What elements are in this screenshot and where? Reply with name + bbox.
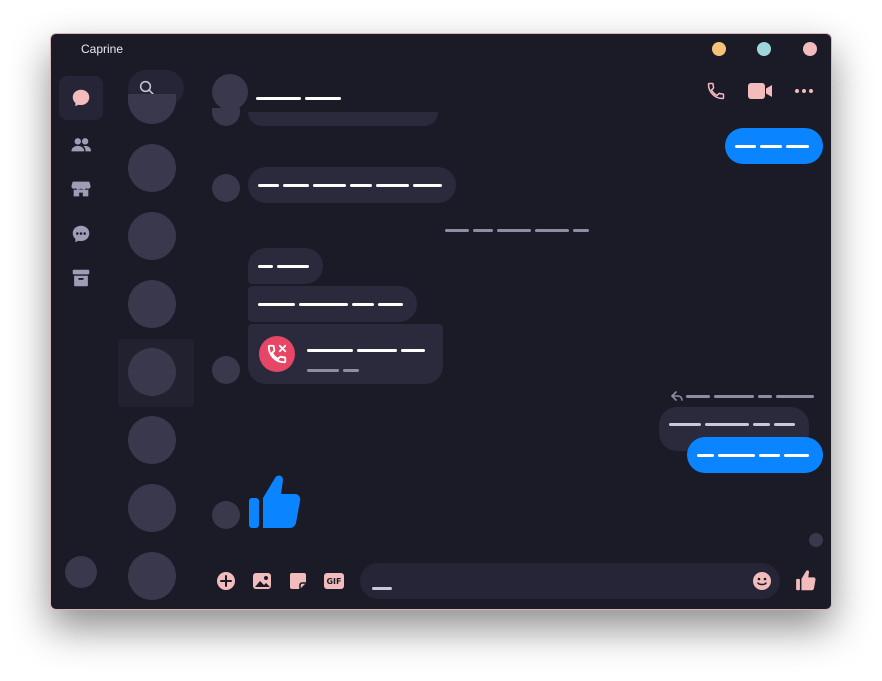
conversation-avatar[interactable] xyxy=(128,94,176,124)
phone-icon xyxy=(707,82,725,100)
title-bar: Caprine xyxy=(51,34,831,64)
message-bubble-outgoing[interactable] xyxy=(687,437,823,473)
message-bubble-incoming[interactable] xyxy=(248,286,417,322)
video-camera-icon xyxy=(748,83,772,99)
reply-arrow-icon xyxy=(671,391,683,401)
chat-header-name-redacted[interactable] xyxy=(256,90,345,108)
call-subtitle-redacted xyxy=(307,362,363,380)
emoji-button[interactable] xyxy=(752,571,772,596)
gif-label: GIF xyxy=(326,576,342,586)
conversation-avatar[interactable] xyxy=(128,144,176,192)
like-sticker[interactable] xyxy=(247,472,303,535)
archive-icon xyxy=(72,269,90,287)
maximize-button[interactable] xyxy=(757,42,771,56)
sticker-button[interactable] xyxy=(287,570,309,592)
like-icon xyxy=(796,570,816,591)
message-bubble-incoming[interactable] xyxy=(248,248,323,284)
video-call-button[interactable] xyxy=(747,80,773,102)
missed-call-card[interactable] xyxy=(248,324,443,384)
message-request-icon xyxy=(72,225,90,243)
store-icon xyxy=(71,181,91,197)
people-icon xyxy=(71,138,92,152)
image-icon xyxy=(253,573,271,589)
message-bubble-incoming[interactable] xyxy=(248,112,438,126)
close-button[interactable] xyxy=(803,42,817,56)
chat-header-avatar[interactable] xyxy=(212,74,248,110)
more-options-button[interactable] xyxy=(791,80,817,102)
sticker-icon xyxy=(290,573,306,589)
conversation-avatar[interactable] xyxy=(128,280,176,328)
message-bubble-incoming[interactable] xyxy=(248,167,456,203)
more-options-icon xyxy=(795,89,813,93)
conversation-avatar-selected[interactable] xyxy=(128,348,176,396)
add-icon xyxy=(217,572,235,590)
call-title-redacted xyxy=(307,342,429,360)
send-like-button[interactable] xyxy=(794,568,818,592)
emoji-icon xyxy=(753,572,771,590)
gif-icon: GIF xyxy=(324,573,344,589)
sidebar-item-message-requests[interactable] xyxy=(59,212,103,256)
gif-button[interactable]: GIF xyxy=(322,570,346,592)
sender-avatar xyxy=(212,108,240,126)
seen-indicator xyxy=(809,533,823,547)
sidebar-item-archived[interactable] xyxy=(59,256,103,300)
sender-avatar xyxy=(212,501,240,529)
app-title: Caprine xyxy=(81,42,124,56)
conversation-avatar[interactable] xyxy=(128,416,176,464)
message-bubble-outgoing[interactable] xyxy=(725,128,823,164)
attach-image-button[interactable] xyxy=(251,570,273,592)
sidebar-item-marketplace[interactable] xyxy=(59,167,103,211)
chat-bubble-icon xyxy=(72,89,90,107)
sidebar-item-chats[interactable] xyxy=(59,76,103,120)
sender-avatar xyxy=(212,174,240,202)
conversation-avatar[interactable] xyxy=(128,212,176,260)
conversation-avatar[interactable] xyxy=(128,484,176,532)
add-button[interactable] xyxy=(215,570,237,592)
thumbs-up-icon xyxy=(249,475,301,528)
sender-avatar xyxy=(212,356,240,384)
message-timestamp-redacted xyxy=(445,222,593,240)
app-window: Caprine GIF xyxy=(50,33,832,610)
user-avatar[interactable] xyxy=(65,556,97,588)
message-input-placeholder-redacted xyxy=(372,580,396,598)
conversation-avatar[interactable] xyxy=(128,552,176,600)
minimize-button[interactable] xyxy=(712,42,726,56)
voice-call-button[interactable] xyxy=(703,80,729,102)
missed-call-icon xyxy=(259,336,295,372)
sidebar-item-people[interactable] xyxy=(59,123,103,167)
reply-indicator xyxy=(671,391,818,401)
message-input[interactable] xyxy=(360,563,780,599)
